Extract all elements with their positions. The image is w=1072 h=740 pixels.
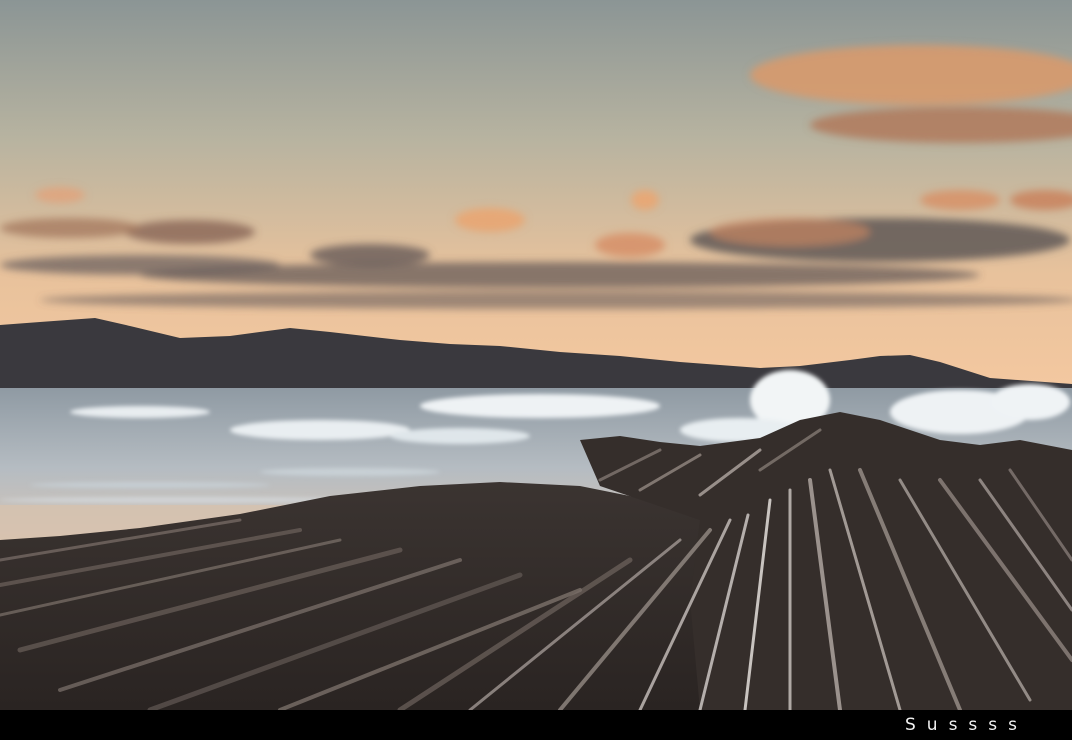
caption-bar: Sussss: [0, 710, 1072, 740]
photographer-signature: Sussss: [905, 715, 1028, 735]
seascape-image: [0, 0, 1072, 710]
photograph: [0, 0, 1072, 710]
